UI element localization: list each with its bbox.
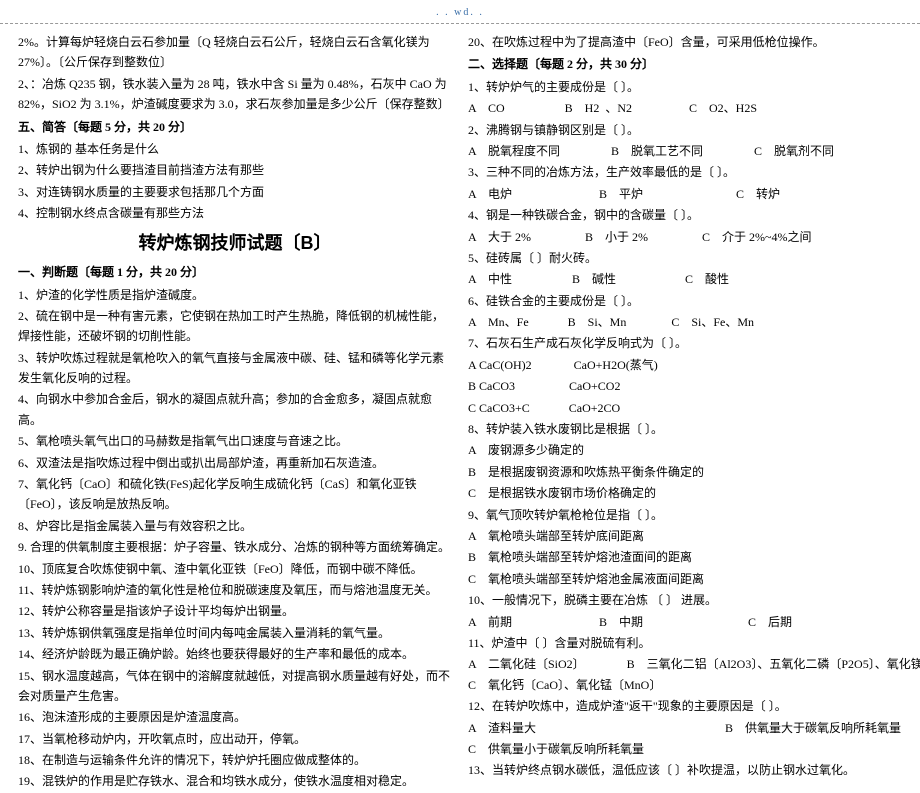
s1-item-15: 15、钢水温度越高，气体在钢中的溶解度就越低，对提高钢水质量越有好处，而不会对质…	[18, 666, 452, 707]
left-pre-0: 2%。计算每炉轻烧白云石参加量〔Q 轻烧白云石公斤，轻烧白云石含氧化镁为 27%…	[18, 32, 452, 73]
s1-item-5: 5、氧枪喷头氧气出口的马赫数是指氧气出口速度与音速之比。	[18, 431, 452, 451]
q11: 11、炉渣中〔 〕含量对脱硫有利。	[468, 633, 902, 653]
s5-item-4: 4、控制钢水终点含碳量有那些方法	[18, 203, 452, 223]
q2: 2、沸腾钢与镇静钢区别是〔 〕。	[468, 120, 902, 140]
right-pre-0: 20、在吹炼过程中为了提高渣中〔FeO〕含量，可采用低枪位操作。	[468, 32, 902, 52]
q6-opts: A Mn、Fe B Si、Mn C Si、Fe、Mn	[468, 312, 902, 332]
s5-item-3: 3、对连铸钢水质量的主要要求包括那几个方面	[18, 182, 452, 202]
s1-item-6: 6、双渣法是指吹炼过程中倒出或扒出局部炉渣，再重新加石灰造渣。	[18, 453, 452, 473]
exam-title-b: 转炉炼钢技师试题〔B〕	[18, 228, 452, 259]
q1-opts: A CO B H2 、N2 C O2、H2S	[468, 98, 902, 118]
page-columns: 2%。计算每炉轻烧白云石参加量〔Q 轻烧白云石公斤，轻烧白云石含氧化镁为 27%…	[0, 24, 920, 793]
s5-item-1: 1、炼钢的 基本任务是什么	[18, 139, 452, 159]
q2-opts: A 脱氧程度不同 B 脱氧工艺不同 C 脱氧剂不同	[468, 141, 902, 161]
q4-opts: A 大于 2% B 小于 2% C 介于 2%~4%之间	[468, 227, 902, 247]
left-column: 2%。计算每炉轻烧白云石参加量〔Q 轻烧白云石公斤，轻烧白云石含氧化镁为 27%…	[18, 32, 452, 793]
s1-item-11: 11、转炉炼钢影响炉渣的氧化性是枪位和脱碳速度及氧压，而与熔池温度无关。	[18, 580, 452, 600]
q9-opt-b: B 氧枪喷头端部至转炉熔池渣面间的距离	[468, 547, 902, 567]
q1: 1、转炉炉气的主要成份是〔 〕。	[468, 77, 902, 97]
q9-opt-c: C 氧枪喷头端部至转炉熔池金属液面间距离	[468, 569, 902, 589]
q9: 9、氧气顶吹转炉氧枪枪位是指〔 〕。	[468, 505, 902, 525]
s1-item-16: 16、泡沫渣形成的主要原因是炉渣温度高。	[18, 707, 452, 727]
s1-item-19: 19、混铁炉的作用是贮存铁水、混合和均铁水成分，使铁水温度相对稳定。	[18, 771, 452, 791]
q6: 6、硅铁合金的主要成份是〔 〕。	[468, 291, 902, 311]
s1-item-12: 12、转炉公称容量是指该炉子设计平均每炉出钢量。	[18, 601, 452, 621]
s1-item-13: 13、转炉炼钢供氧强度是指单位时间内每吨金属装入量消耗的氧气量。	[18, 623, 452, 643]
q8-opt-b: B 是根据废钢资源和吹炼热平衡条件确定的	[468, 462, 902, 482]
header-url: . . wd. .	[0, 0, 920, 24]
q3-opts: A 电炉 B 平炉 C 转炉	[468, 184, 902, 204]
q5: 5、硅砖属〔 〕耐火砖。	[468, 248, 902, 268]
section-1-heading: 一、判断题〔每题 1 分，共 20 分〕	[18, 262, 452, 282]
s1-item-17: 17、当氧枪移动炉内，开吹氧点时，应出动开，停氧。	[18, 729, 452, 749]
q3: 3、三种不同的冶炼方法，生产效率最低的是〔 〕。	[468, 162, 902, 182]
q10: 10、一般情况下，脱磷主要在冶炼 〔 〕 进展。	[468, 590, 902, 610]
q9-opt-a: A 氧枪喷头端部至转炉底间距离	[468, 526, 902, 546]
s1-item-3: 3、转炉吹炼过程就是氧枪吹入的氧气直接与金属液中碳、硅、锰和磷等化学元素发生氧化…	[18, 348, 452, 389]
s1-item-2: 2、硫在钢中是一种有害元素，它使钢在热加工时产生热脆，降低钢的机械性能，焊接性能…	[18, 306, 452, 347]
s5-item-2: 2、转炉出钢为什么要挡渣目前挡渣方法有那些	[18, 160, 452, 180]
q11-opts: A 二氧化硅〔SiO2〕 B 三氧化二铝〔Al2O3〕、五氧化二磷〔P2O5〕、…	[468, 654, 902, 695]
s1-item-18: 18、在制造与运输条件允许的情况下，转炉炉托圈应做成整体的。	[18, 750, 452, 770]
q10-opts: A 前期 B 中期 C 后期	[468, 612, 902, 632]
s1-item-10: 10、顶底复合吹炼使钢中氧、渣中氧化亚铁〔FeO〕降低，而钢中碳不降低。	[18, 559, 452, 579]
q12: 12、在转炉吹炼中，造成炉渣"返干"现象的主要原因是〔 〕。	[468, 696, 902, 716]
q4: 4、钢是一种铁碳合金，钢中的含碳量〔 〕。	[468, 205, 902, 225]
q8: 8、转炉装入铁水废钢比是根据〔 〕。	[468, 419, 902, 439]
q7-opt-a: A CaC(OH)2 CaO+H2O(蒸气)	[468, 355, 902, 375]
q5-opts: A 中性 B 碱性 C 酸性	[468, 269, 902, 289]
section-2-heading: 二、选择题〔每题 2 分，共 30 分〕	[468, 54, 902, 74]
q12-opt-c: C 供氧量小于碳氧反响所耗氧量	[468, 739, 902, 759]
s1-item-14: 14、经济炉龄既为最正确炉龄。始终也要获得最好的生产率和最低的成本。	[18, 644, 452, 664]
left-pre-1: 2、：冶炼 Q235 钢，铁水装入量为 28 吨，铁水中含 Si 量为 0.48…	[18, 74, 452, 115]
q8-opt-c: C 是根据铁水废钢市场价格确定的	[468, 483, 902, 503]
s1-item-9: 9. 合理的供氧制度主要根据：炉子容量、铁水成分、冶炼的钢种等方面统筹确定。	[18, 537, 452, 557]
s1-item-7: 7、氧化钙〔CaO〕和硫化铁(FeS)起化学反响生成硫化钙〔CaS〕和氧化亚铁〔…	[18, 474, 452, 515]
s1-item-4: 4、向钢水中参加合金后，钢水的凝固点就升高；参加的合金愈多，凝固点就愈高。	[18, 389, 452, 430]
section-5-heading: 五、简答〔每题 5 分，共 20 分〕	[18, 117, 452, 137]
q8-opt-a: A 废钢源多少确定的	[468, 440, 902, 460]
right-column: 20、在吹炼过程中为了提高渣中〔FeO〕含量，可采用低枪位操作。 二、选择题〔每…	[468, 32, 902, 793]
q7-opt-b: B CaCO3 CaO+CO2	[468, 376, 902, 396]
q7: 7、石灰石生产成石灰化学反响式为〔 〕。	[468, 333, 902, 353]
q12-opt-ab: A 渣料量大 B 供氧量大于碳氧反响所耗氧量	[468, 718, 902, 738]
q13: 13、当转炉终点钢水碳低，温低应该〔 〕补吹提温，以防止钢水过氧化。	[468, 760, 902, 780]
s1-item-1: 1、炉渣的化学性质是指炉渣碱度。	[18, 285, 452, 305]
q7-opt-c: C CaCO3+C CaO+2CO	[468, 398, 902, 418]
s1-item-8: 8、炉容比是指金属装入量与有效容积之比。	[18, 516, 452, 536]
